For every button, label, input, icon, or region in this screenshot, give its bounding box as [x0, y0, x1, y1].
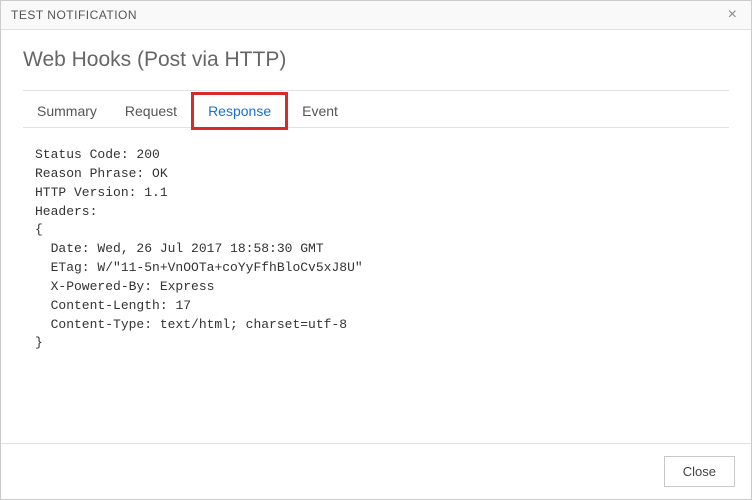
http-version-value: 1.1 [144, 185, 167, 200]
tab-bar: Summary Request Response Event [23, 95, 729, 128]
status-code-label: Status Code: [35, 147, 136, 162]
reason-label: Reason Phrase: [35, 166, 152, 181]
tab-summary[interactable]: Summary [23, 95, 111, 127]
divider [23, 90, 729, 91]
headers-label: Headers: [35, 204, 97, 219]
close-button[interactable]: Close [664, 456, 735, 487]
header-line: Date: Wed, 26 Jul 2017 18:58:30 GMT [35, 241, 324, 256]
page-title: Web Hooks (Post via HTTP) [23, 48, 729, 72]
header-line: Content-Type: text/html; charset=utf-8 [35, 317, 347, 332]
test-notification-dialog: TEST NOTIFICATION × Web Hooks (Post via … [0, 0, 752, 500]
brace-open: { [35, 222, 43, 237]
reason-value: OK [152, 166, 168, 181]
tab-request[interactable]: Request [111, 95, 191, 127]
brace-close: } [35, 335, 43, 350]
header-line: ETag: W/"11-5n+VnOOTa+coYyFfhBloCv5xJ8U" [35, 260, 363, 275]
response-body: Status Code: 200 Reason Phrase: OK HTTP … [23, 140, 729, 443]
dialog-content: Web Hooks (Post via HTTP) Summary Reques… [1, 30, 751, 443]
http-version-label: HTTP Version: [35, 185, 144, 200]
close-icon[interactable]: × [724, 7, 741, 23]
tab-event[interactable]: Event [288, 95, 352, 127]
dialog-title: TEST NOTIFICATION [11, 8, 137, 22]
header-line: Content-Length: 17 [35, 298, 191, 313]
status-code-value: 200 [136, 147, 159, 162]
header-line: X-Powered-By: Express [35, 279, 214, 294]
titlebar: TEST NOTIFICATION × [1, 1, 751, 30]
dialog-footer: Close [1, 443, 751, 499]
tab-response[interactable]: Response [191, 92, 288, 130]
